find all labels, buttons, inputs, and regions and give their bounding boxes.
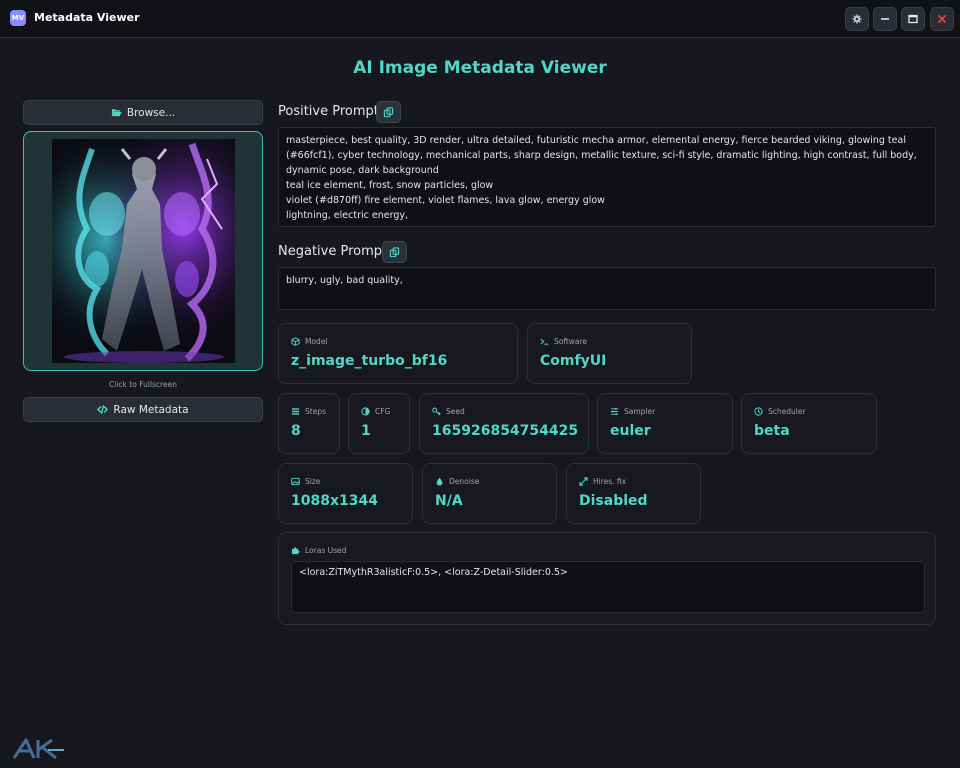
software-label: Software [554, 337, 588, 346]
gear-icon [852, 14, 862, 24]
loras-text[interactable]: <lora:ZiTMythR3alisticF:0.5>, <lora:Z-De… [291, 561, 925, 613]
cfg-value: 1 [361, 423, 371, 439]
steps-label: Steps [305, 407, 326, 416]
half-circle-icon [361, 407, 370, 416]
positive-prompt-label: Positive Prompt [278, 104, 379, 119]
key-icon [432, 407, 441, 416]
loras-card: Loras Used <lora:ZiTMythR3alisticF:0.5>,… [278, 532, 936, 625]
terminal-icon [540, 338, 549, 345]
copy-icon [383, 106, 394, 117]
model-value: z_image_turbo_bf16 [291, 353, 448, 369]
denoise-label: Denoise [449, 477, 480, 486]
minimize-icon [881, 18, 889, 20]
seed-value: 165926854754425 [432, 423, 579, 439]
raw-metadata-button[interactable]: Raw Metadata [23, 397, 263, 422]
seed-card: Seed 165926854754425 [419, 393, 589, 454]
sampler-value: euler [610, 423, 651, 439]
denoise-card: Denoise N/A [422, 463, 557, 524]
clock-icon [754, 407, 763, 416]
scheduler-card: Scheduler beta [741, 393, 877, 454]
raw-metadata-label: Raw Metadata [113, 403, 189, 416]
copy-positive-button[interactable] [376, 101, 401, 123]
model-card: Model z_image_turbo_bf16 [278, 323, 518, 384]
puzzle-icon [291, 547, 300, 555]
page-title: AI Image Metadata Viewer [353, 58, 607, 78]
negative-prompt-text[interactable]: blurry, ugly, bad quality, [278, 267, 936, 310]
image-icon [291, 477, 300, 486]
cfg-card: CFG 1 [348, 393, 410, 454]
app-icon: MV [10, 10, 26, 26]
code-icon [97, 405, 109, 414]
title-bar: MV Metadata Viewer [0, 0, 960, 38]
sliders-icon [610, 407, 619, 416]
model-label: Model [305, 337, 328, 346]
preview-image [52, 139, 235, 363]
software-card: Software ComfyUI [527, 323, 692, 384]
minimize-button[interactable] [873, 7, 897, 31]
sampler-card: Sampler euler [597, 393, 733, 454]
loras-label: Loras Used [305, 546, 347, 555]
layers-icon [291, 408, 300, 415]
copy-negative-button[interactable] [382, 241, 407, 263]
denoise-value: N/A [435, 493, 463, 509]
scheduler-label: Scheduler [768, 407, 806, 416]
hires-value: Disabled [579, 493, 648, 509]
cube-icon [291, 337, 300, 346]
hires-card: Hires. fix Disabled [566, 463, 701, 524]
maximize-icon [908, 14, 918, 24]
scheduler-value: beta [754, 423, 790, 439]
cfg-label: CFG [375, 407, 391, 416]
brand-logo [12, 736, 66, 760]
close-button[interactable] [930, 7, 954, 31]
hires-label: Hires. fix [593, 477, 627, 486]
window-title: Metadata Viewer [34, 11, 140, 24]
copy-icon [389, 246, 400, 257]
size-label: Size [305, 477, 321, 486]
positive-prompt-text[interactable]: masterpiece, best quality, 3D render, ul… [278, 127, 936, 227]
expand-icon [579, 477, 588, 486]
folder-open-icon [111, 109, 122, 117]
image-caption: Click to Fullscreen [109, 380, 177, 389]
seed-label: Seed [446, 407, 465, 416]
steps-value: 8 [291, 423, 301, 439]
size-value: 1088x1344 [291, 493, 378, 509]
droplet-icon [436, 477, 443, 486]
close-icon [938, 15, 946, 23]
sampler-label: Sampler [624, 407, 656, 416]
browse-label: Browse... [126, 106, 176, 119]
maximize-button[interactable] [901, 7, 925, 31]
image-preview[interactable] [23, 131, 263, 371]
settings-button[interactable] [845, 7, 869, 31]
steps-card: Steps 8 [278, 393, 340, 454]
software-value: ComfyUI [540, 353, 607, 369]
negative-prompt-label: Negative Prompt [278, 244, 388, 259]
size-card: Size 1088x1344 [278, 463, 413, 524]
browse-button[interactable]: Browse... [23, 100, 263, 125]
